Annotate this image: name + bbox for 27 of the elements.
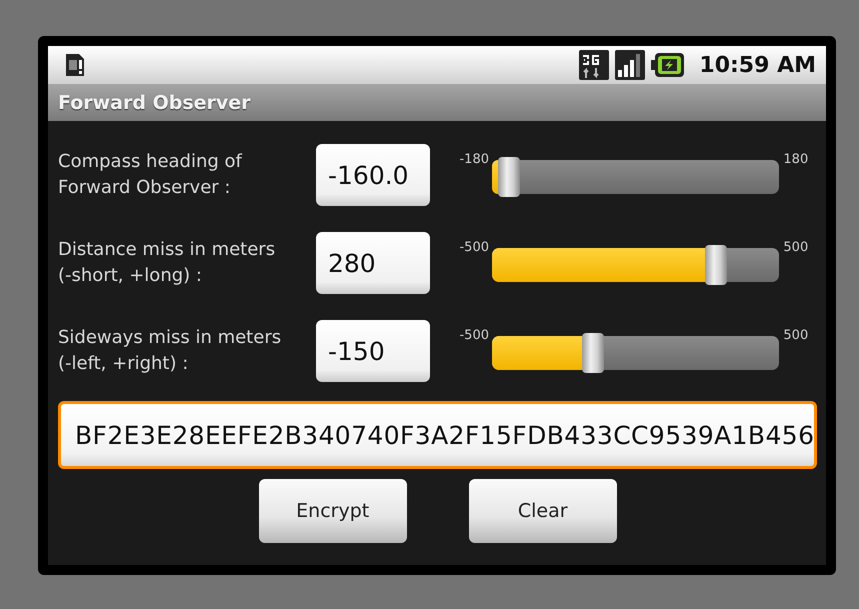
status-time: 10:59 AM (699, 52, 816, 78)
slider-max-label: 180 (782, 152, 810, 167)
slider-min-label: -180 (458, 152, 490, 167)
input-field[interactable]: -160.0 (316, 144, 430, 206)
slider-min-label: -500 (458, 328, 490, 343)
sim-warning-icon (64, 52, 86, 78)
slider-max-label: 500 (782, 328, 810, 343)
slider-min-label: -500 (458, 240, 490, 255)
slider-thumb[interactable] (498, 157, 520, 197)
network-3g-icon (579, 50, 610, 80)
field-label: Compass heading of Forward Observer : (58, 150, 244, 200)
field-label: Distance miss in meters (-short, +long) : (58, 238, 276, 288)
slider-track[interactable] (492, 248, 780, 282)
input-field[interactable]: -150 (316, 320, 430, 382)
slider-track[interactable] (492, 160, 780, 194)
window-title: Forward Observer (58, 92, 251, 114)
field-label: Sideways miss in meters (-left, +right) : (58, 326, 282, 376)
signal-icon (615, 50, 646, 80)
battery-charging-icon (651, 52, 686, 78)
input-field[interactable]: 280 (316, 232, 430, 294)
slider-thumb[interactable] (582, 333, 604, 373)
slider-track[interactable] (492, 336, 780, 370)
action-button[interactable]: Clear (468, 479, 617, 543)
slider-thumb[interactable] (705, 245, 728, 285)
action-button[interactable]: Encrypt (258, 479, 407, 543)
slider-max-label: 500 (782, 240, 810, 255)
cipher-text-field[interactable]: BF2E3E28EEFE2B340740F3A2F15FDB433CC9539A1B456 (58, 401, 818, 469)
